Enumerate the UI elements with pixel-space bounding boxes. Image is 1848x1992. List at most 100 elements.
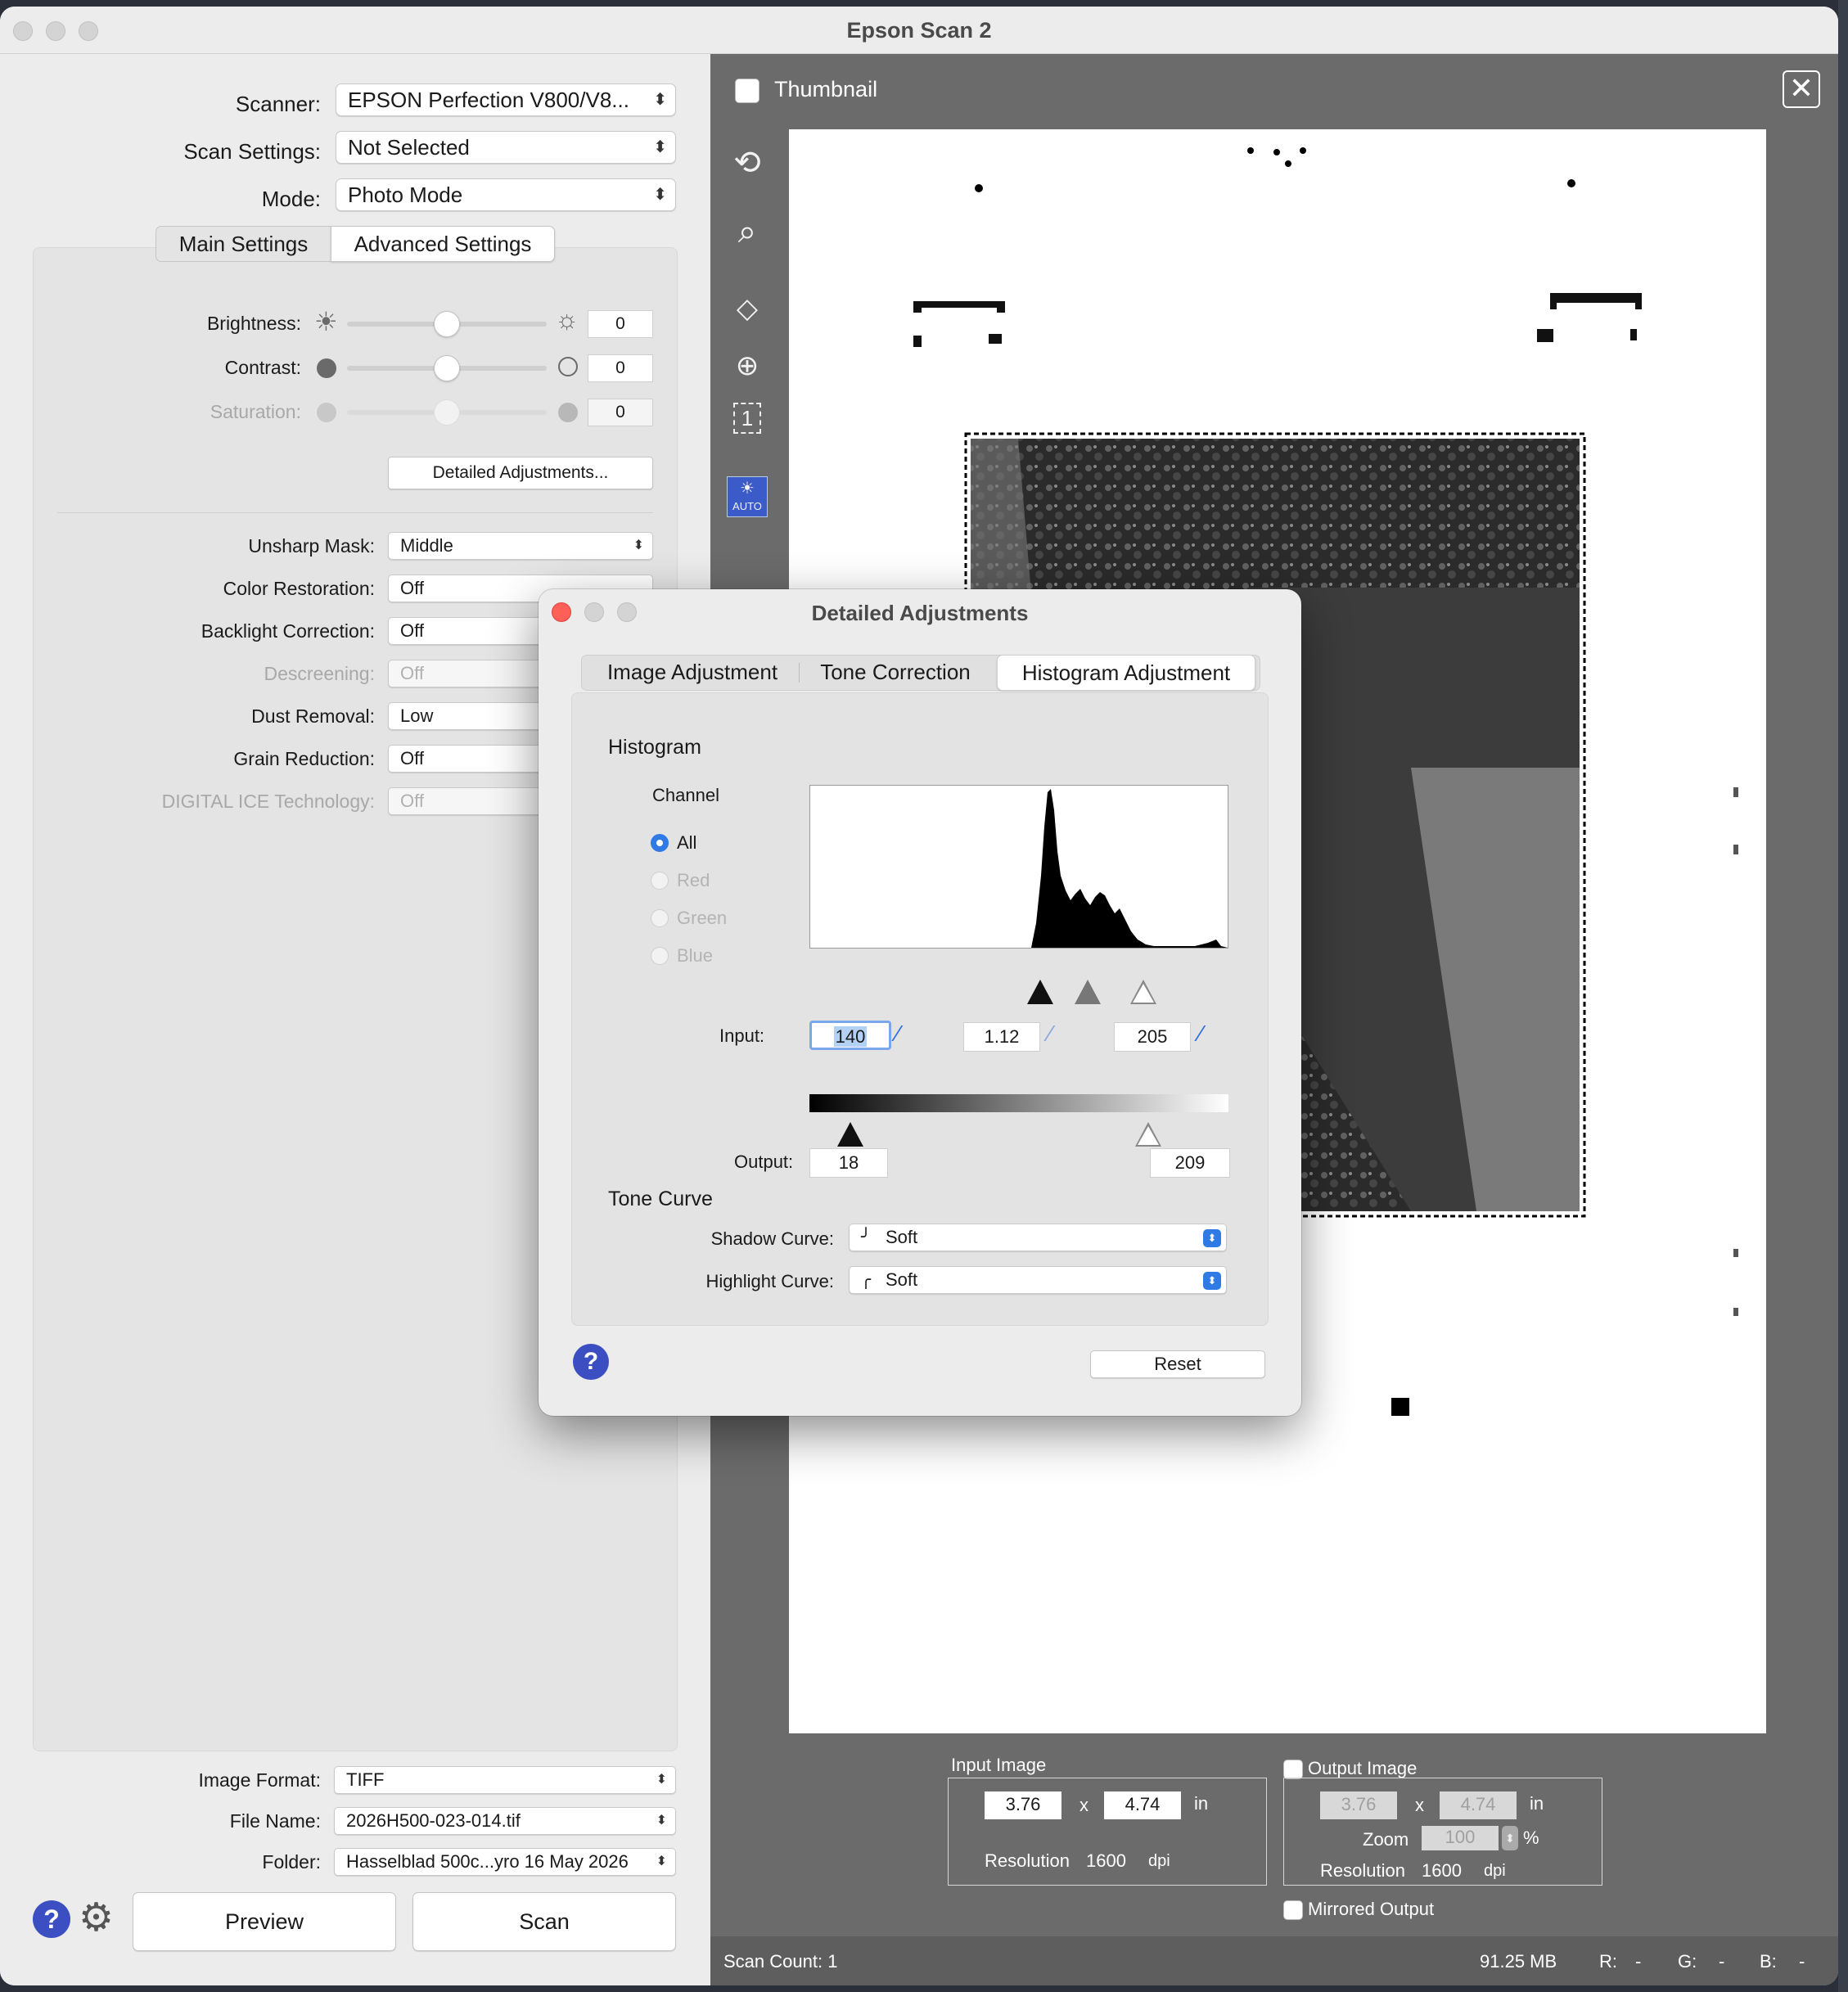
input-gamma-handle[interactable]	[1075, 980, 1101, 1004]
tab-histogram-adjustment[interactable]: Histogram Adjustment	[997, 655, 1255, 691]
highlight-curve-icon: ╭	[861, 1271, 872, 1289]
dialog-help-icon[interactable]: ?	[573, 1344, 609, 1380]
input-gamma-field[interactable]: 1.12	[963, 1022, 1040, 1052]
output-resolution-value: 1600	[1422, 1860, 1462, 1881]
detailed-adjustments-button[interactable]: Detailed Adjustments...	[388, 457, 653, 489]
scanner-select[interactable]: EPSON Perfection V800/V8... ⬍	[336, 83, 676, 116]
zoom-icon[interactable]: ⌕	[725, 210, 769, 254]
contrast-low-icon	[317, 358, 336, 378]
contrast-value[interactable]: 0	[588, 354, 653, 382]
contrast-label: Contrast:	[224, 357, 301, 378]
saturation-high-icon	[558, 403, 578, 422]
auto-label: AUTO	[732, 500, 762, 512]
folder-value: Hasselblad 500c...yro 16 May 2026	[346, 1851, 629, 1872]
folder-select[interactable]: Hasselblad 500c...yro 16 May 2026 ⬍	[334, 1848, 676, 1876]
unsharp-mask-select[interactable]: Middle ⬍	[388, 532, 653, 560]
input-dpi-label: dpi	[1148, 1852, 1170, 1870]
shadow-curve-icon: ╯	[861, 1228, 872, 1246]
black-eyedropper-icon[interactable]: ⁄	[896, 1021, 900, 1047]
output-dpi-label: dpi	[1484, 1862, 1506, 1880]
input-white-point-handle[interactable]	[1130, 980, 1156, 1004]
tab-tone-correction[interactable]: Tone Correction	[800, 655, 990, 691]
histogram-plot	[810, 789, 1228, 948]
scanner-label: Scanner:	[235, 92, 321, 116]
output-height: 4.74	[1440, 1791, 1517, 1819]
rotate-icon[interactable]: ⟲	[725, 141, 769, 185]
output-gradient-bar	[809, 1094, 1228, 1112]
dialog-title: Detailed Adjustments	[811, 601, 1029, 625]
scan-button[interactable]: Scan	[412, 1892, 676, 1951]
close-preview-button[interactable]: ✕	[1783, 70, 1820, 108]
output-black-handle[interactable]	[837, 1122, 863, 1147]
brightness-slider-knob[interactable]	[434, 311, 460, 337]
updown-chevron-icon: ⬍	[633, 539, 644, 552]
add-marquee-icon[interactable]: ⊕	[725, 344, 769, 388]
gear-icon[interactable]: ⚙	[79, 1895, 114, 1941]
input-black-field[interactable]: 140	[809, 1021, 891, 1050]
zoom-percent: %	[1523, 1828, 1539, 1848]
color-restoration-label: Color Restoration:	[223, 578, 375, 599]
shadow-curve-select[interactable]: ╯ Soft ⬍	[849, 1224, 1227, 1251]
brightness-low-icon: ☀	[314, 307, 338, 336]
channel-all-radio[interactable]	[651, 834, 669, 852]
highlight-curve-label: Highlight Curve:	[705, 1271, 834, 1291]
brightness-value[interactable]: 0	[588, 310, 653, 338]
grain-reduction-value: Off	[400, 748, 424, 768]
mode-select[interactable]: Photo Mode ⬍	[336, 178, 676, 211]
histogram-title: Histogram	[608, 736, 701, 759]
color-restoration-value: Off	[400, 578, 424, 598]
histogram-panel: Histogram Channel All Red Green Blue Inp…	[571, 692, 1269, 1326]
gray-eyedropper-icon[interactable]: ⁄	[1048, 1021, 1052, 1047]
tab-image-adjustment[interactable]: Image Adjustment	[584, 655, 800, 691]
mirrored-output-checkbox[interactable]	[1283, 1900, 1303, 1920]
highlight-curve-select[interactable]: ╭ Soft ⬍	[849, 1266, 1227, 1294]
input-white-field[interactable]: 205	[1114, 1022, 1191, 1052]
zoom-value: 100	[1422, 1826, 1499, 1850]
tab-advanced-settings[interactable]: Advanced Settings	[331, 226, 555, 262]
zoom-stepper: ⬍	[1502, 1826, 1518, 1850]
output-image-checkbox[interactable]	[1283, 1760, 1303, 1779]
file-name-select[interactable]: 2026H500-023-014.tif ⬍	[334, 1807, 676, 1835]
file-size: 91.25 MB	[1480, 1951, 1557, 1972]
scan-settings-value: Not Selected	[348, 135, 470, 160]
descreening-label: Descreening:	[264, 663, 375, 684]
blue-readout-value: -	[1799, 1951, 1805, 1972]
input-label: Input:	[719, 1025, 765, 1046]
scan-settings-select[interactable]: Not Selected ⬍	[336, 131, 676, 164]
brightness-label: Brightness:	[206, 313, 301, 334]
file-name-label: File Name:	[229, 1810, 321, 1832]
output-black-field[interactable]: 18	[809, 1148, 888, 1178]
channel-label: Channel	[652, 785, 719, 805]
contrast-slider-knob[interactable]	[434, 355, 460, 381]
saturation-slider-knob	[434, 399, 460, 426]
times-label: x	[1415, 1795, 1424, 1815]
auto-exposure-icon[interactable]: ☀ AUTO	[727, 476, 768, 517]
thumbnail-checkbox[interactable]	[735, 79, 759, 103]
mirrored-output-label: Mirrored Output	[1308, 1899, 1435, 1919]
saturation-label: Saturation:	[210, 401, 301, 422]
channel-green-label: Green	[677, 908, 728, 928]
channel-red-radio	[651, 872, 669, 890]
epson-scan-window: Epson Scan 2 Scanner: EPSON Perfection V…	[0, 7, 1838, 1985]
channel-all-label: All	[677, 832, 697, 853]
reset-button[interactable]: Reset	[1090, 1350, 1265, 1378]
white-eyedropper-icon[interactable]: ⁄	[1199, 1021, 1203, 1047]
output-white-handle[interactable]	[1135, 1122, 1161, 1147]
help-icon[interactable]: ?	[33, 1900, 70, 1938]
brightness-high-icon: ☼	[555, 304, 579, 334]
eraser-icon[interactable]: ◇	[725, 286, 769, 331]
file-name-value: 2026H500-023-014.tif	[346, 1810, 521, 1831]
updown-chevron-icon: ⬍	[656, 1855, 667, 1868]
updown-chevron-icon: ⬍	[656, 1773, 667, 1787]
image-format-label: Image Format:	[198, 1769, 321, 1791]
input-black-point-handle[interactable]	[1027, 980, 1053, 1004]
channel-red-label: Red	[677, 870, 710, 890]
divider	[57, 512, 653, 513]
marquee-number-icon[interactable]: 1	[725, 396, 769, 440]
digital-ice-label: DIGITAL ICE Technology:	[161, 791, 375, 812]
image-format-select[interactable]: TIFF ⬍	[334, 1766, 676, 1794]
output-white-field[interactable]: 209	[1150, 1148, 1230, 1178]
tab-main-settings[interactable]: Main Settings	[156, 226, 331, 262]
shadow-curve-label: Shadow Curve:	[710, 1228, 834, 1249]
preview-button[interactable]: Preview	[133, 1892, 396, 1951]
